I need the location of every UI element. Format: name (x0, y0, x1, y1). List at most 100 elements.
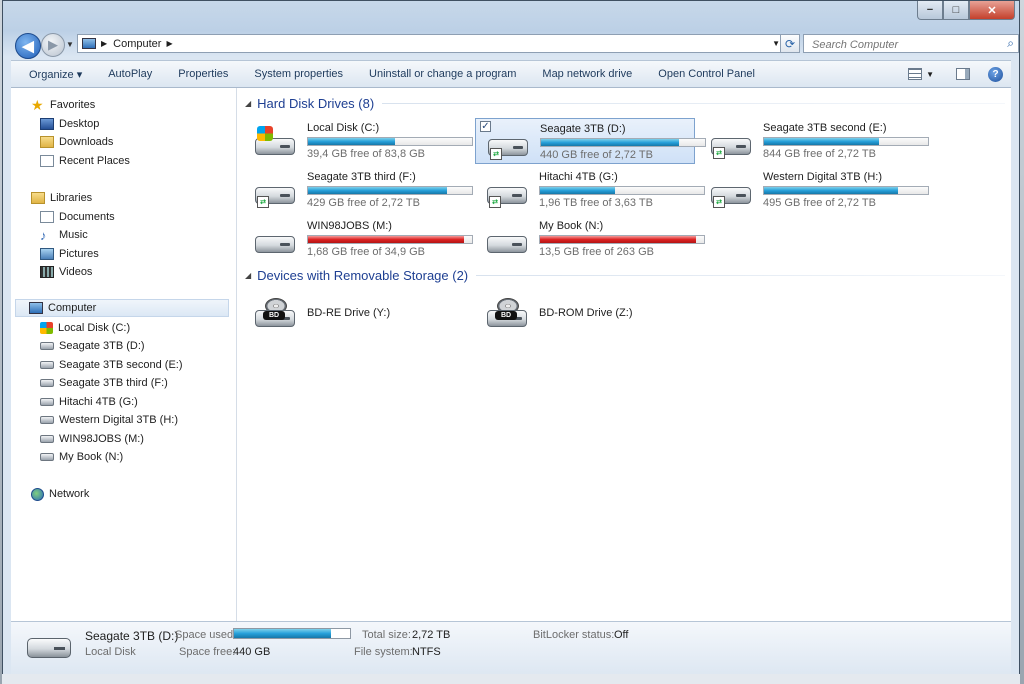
hard-drive-icon (40, 342, 54, 350)
search-icon[interactable]: ⌕ (1007, 36, 1014, 51)
drive-usage-fill (540, 236, 696, 243)
hard-drive-icon (255, 224, 297, 258)
drive-tile[interactable]: ⇄ Hitachi 4TB (G:) 1,96 TB free of 3,63 … (475, 167, 705, 213)
drive-tile[interactable]: WIN98JOBS (M:) 1,68 GB free of 34,9 GB (243, 216, 473, 262)
forward-arrow-icon[interactable]: ▶ (41, 33, 65, 57)
drive-tile-selected[interactable]: ✓ ⇄ Seagate 3TB (D:) 440 GB free of 2,72… (475, 118, 706, 164)
drive-usage-fill (540, 187, 616, 194)
sidebar-item-drive[interactable]: Seagate 3TB second (E:) (40, 356, 183, 374)
command-bar: Organize ▾ AutoPlay Properties System pr… (11, 60, 1011, 88)
collapse-triangle-icon[interactable]: ◢ (245, 99, 251, 108)
sidebar-item-drive[interactable]: WIN98JOBS (M:) (40, 430, 144, 448)
search-box[interactable]: ⌕ (803, 34, 1019, 53)
downloads-folder-icon (40, 136, 54, 148)
optical-drive-tile[interactable]: BD BD-RE Drive (Y:) (243, 290, 463, 336)
help-icon[interactable]: ? (988, 66, 1003, 82)
star-icon: ★ (31, 96, 44, 113)
drive-usage-bar (763, 137, 929, 146)
map-network-drive-button[interactable]: Map network drive (529, 68, 645, 80)
properties-button[interactable]: Properties (165, 68, 241, 80)
open-control-panel-button[interactable]: Open Control Panel (645, 68, 768, 80)
refresh-icon[interactable]: ⟳ (780, 34, 800, 53)
sidebar-item-drive[interactable]: My Book (N:) (40, 448, 123, 466)
drive-usage-fill (764, 187, 899, 194)
sidebar-item-label: Videos (59, 266, 93, 278)
system-properties-button[interactable]: System properties (241, 68, 356, 80)
file-list: ◢ Hard Disk Drives (8) Local Disk (C:) 39… (237, 88, 1011, 621)
music-note-icon: ♪ (40, 227, 47, 243)
sidebar-item-pictures[interactable]: Pictures (40, 245, 99, 263)
breadcrumb-arrow-icon[interactable]: ▶ (101, 39, 107, 48)
drive-tile[interactable]: Local Disk (C:) 39,4 GB free of 83,8 GB (243, 118, 473, 164)
pictures-icon (40, 248, 54, 260)
drive-name: Hitachi 4TB (G:) (539, 171, 618, 183)
bluray-drive-icon: BD (255, 298, 297, 332)
autoplay-button[interactable]: AutoPlay (95, 68, 165, 80)
drive-tile[interactable]: My Book (N:) 13,5 GB free of 263 GB (475, 216, 705, 262)
sidebar-item-favorites[interactable]: ★ Favorites (31, 96, 95, 114)
uninstall-program-button[interactable]: Uninstall or change a program (356, 68, 529, 80)
sidebar-item-documents[interactable]: Documents (40, 208, 115, 226)
bd-badge: BD (263, 311, 285, 320)
space-used-label: Space used: (175, 629, 237, 641)
view-dropdown-icon[interactable]: ▼ (926, 70, 934, 79)
sidebar-item-drive[interactable]: Hitachi 4TB (G:) (40, 393, 138, 411)
drive-tile[interactable]: ⇄ Seagate 3TB second (E:) 844 GB free of… (699, 118, 929, 164)
network-globe-icon (31, 487, 44, 501)
sidebar-item-desktop[interactable]: Desktop (40, 115, 99, 133)
group-header-hard-disk-drives[interactable]: ◢ Hard Disk Drives (8) (245, 96, 1005, 111)
optical-drive-tile[interactable]: BD BD-ROM Drive (Z:) (475, 290, 695, 336)
group-header-removable-storage[interactable]: ◢ Devices with Removable Storage (2) (245, 268, 1005, 283)
group-title: Hard Disk Drives (8) (257, 96, 375, 111)
drive-name: Local Disk (C:) (307, 122, 380, 134)
breadcrumb-arrow-icon[interactable]: ▶ (166, 39, 172, 48)
collapse-triangle-icon[interactable]: ◢ (245, 271, 251, 280)
recent-pages-dropdown-icon[interactable]: ▼ (66, 40, 74, 49)
explorer-window: − □ ✕ ◀ ▶ ▼ ▶ Computer ▶ ▼ ⟳ ⌕ Organize … (2, 0, 1020, 682)
shared-drive-badge-icon: ⇄ (489, 196, 501, 208)
maximize-button[interactable]: □ (943, 1, 969, 20)
sidebar-item-drive[interactable]: Seagate 3TB third (F:) (40, 374, 168, 392)
drive-tile[interactable]: ⇄ Seagate 3TB third (F:) 429 GB free of … (243, 167, 473, 213)
back-arrow-icon[interactable]: ◀ (15, 33, 41, 59)
drive-usage-bar (763, 186, 929, 195)
sidebar-item-label: Desktop (59, 118, 100, 130)
hard-drive-icon (40, 416, 54, 424)
shared-drive-badge-icon: ⇄ (713, 147, 725, 159)
sidebar-item-music[interactable]: ♪ Music (40, 226, 88, 244)
drive-free-space: 13,5 GB free of 263 GB (539, 246, 654, 258)
drive-usage-bar (539, 235, 705, 244)
background-window-edge (2, 674, 1020, 684)
close-button[interactable]: ✕ (969, 1, 1015, 20)
drive-free-space: 495 GB free of 2,72 TB (763, 197, 876, 209)
group-divider (382, 103, 1005, 104)
sidebar-item-computer[interactable]: Computer (15, 299, 229, 317)
preview-pane-icon[interactable] (956, 68, 970, 80)
sidebar-item-label: Seagate 3TB (D:) (59, 340, 145, 352)
sidebar-item-drive[interactable]: Seagate 3TB (D:) (40, 337, 145, 355)
minimize-button[interactable]: − (917, 1, 943, 20)
drive-usage-bar (307, 137, 473, 146)
hard-drive-icon (255, 126, 297, 160)
address-bar[interactable]: ▶ Computer ▶ ▼ (77, 34, 797, 53)
drive-name: Seagate 3TB second (E:) (763, 122, 887, 134)
sidebar-item-videos[interactable]: Videos (40, 263, 92, 281)
organize-button[interactable]: Organize ▾ (11, 68, 95, 81)
sidebar-item-network[interactable]: Network (31, 485, 89, 503)
sidebar-item-drive[interactable]: Western Digital 3TB (H:) (40, 411, 178, 429)
search-input[interactable] (810, 36, 994, 53)
total-size-label: Total size: (362, 629, 411, 641)
change-view-icon[interactable] (908, 68, 923, 80)
address-dropdown-icon[interactable]: ▼ (772, 39, 780, 48)
bluray-drive-icon: BD (487, 298, 529, 332)
space-used-bar (233, 628, 351, 639)
sidebar-item-libraries[interactable]: Libraries (31, 189, 92, 207)
drive-name: My Book (N:) (539, 220, 604, 232)
sidebar-item-drive[interactable]: Local Disk (C:) (40, 319, 130, 337)
drive-usage-bar (540, 138, 706, 147)
sidebar-item-recent-places[interactable]: Recent Places (40, 152, 130, 170)
drive-tile[interactable]: ⇄ Western Digital 3TB (H:) 495 GB free o… (699, 167, 929, 213)
breadcrumb-computer[interactable]: Computer (113, 38, 161, 50)
sidebar-item-downloads[interactable]: Downloads (40, 133, 113, 151)
space-used-fill (234, 629, 332, 638)
